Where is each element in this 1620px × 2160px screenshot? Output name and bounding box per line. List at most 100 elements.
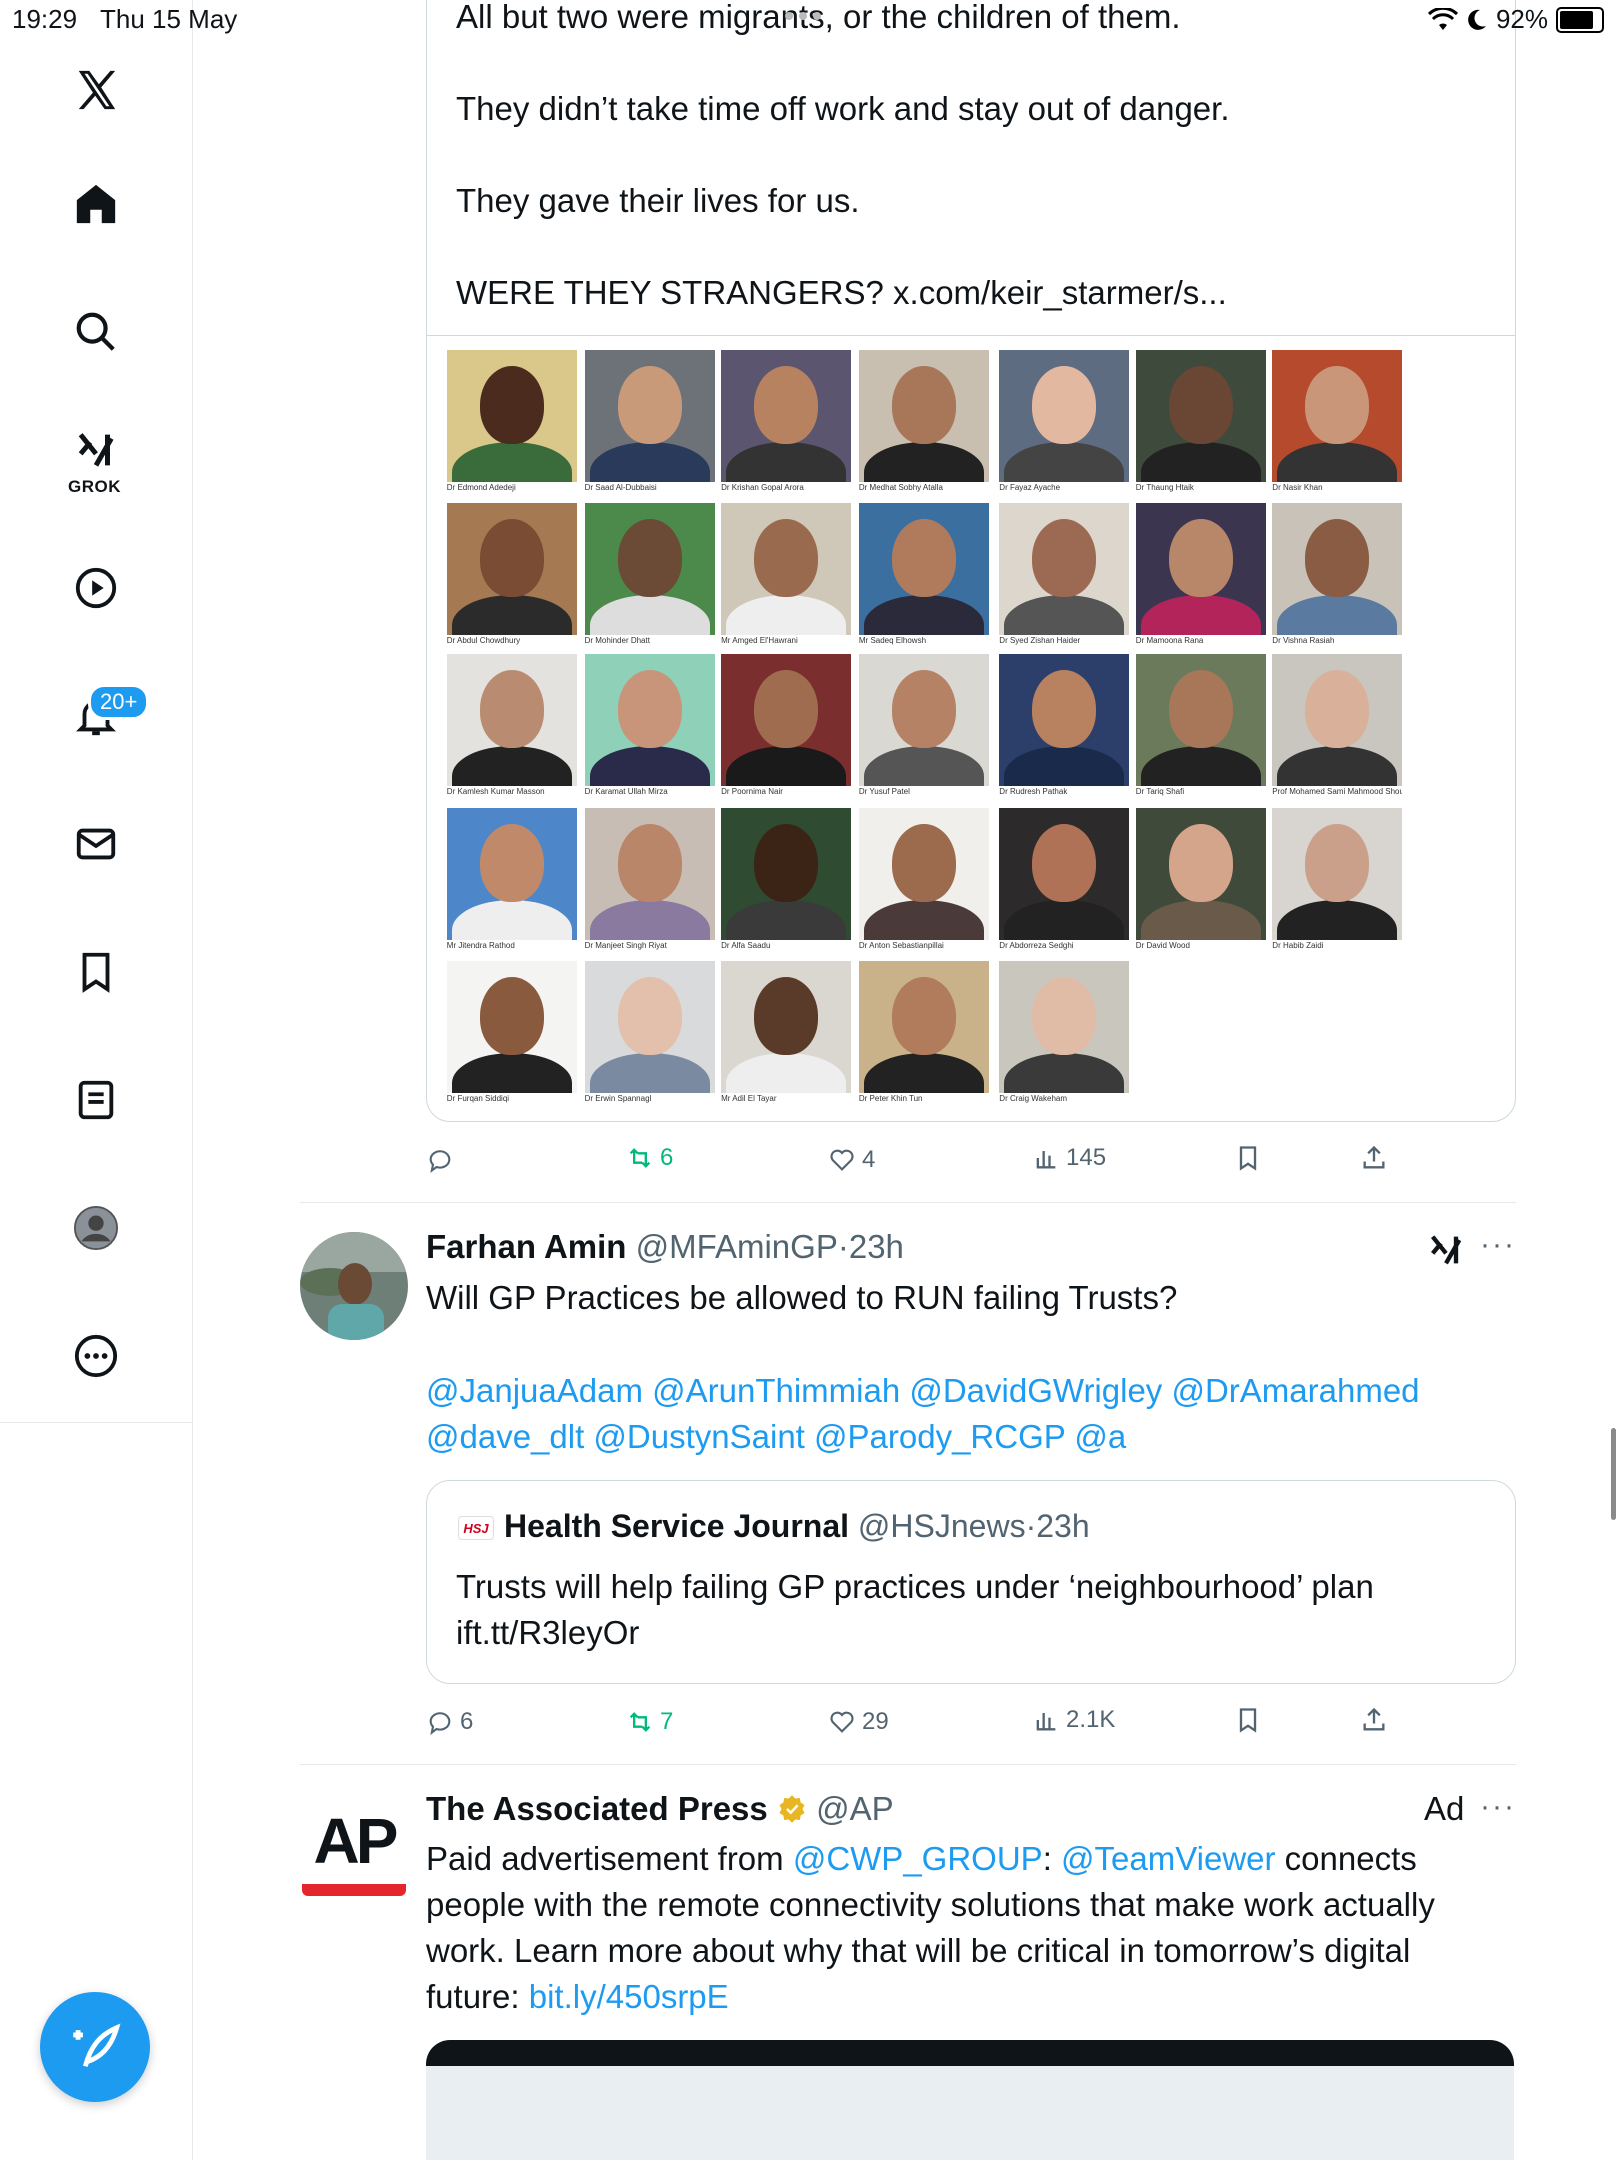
avatar-ap[interactable]: AP (300, 1806, 408, 1902)
mention-teamviewer[interactable]: @TeamViewer (1061, 1840, 1275, 1877)
notifications-badge: 20+ (88, 684, 150, 720)
grok-icon[interactable] (66, 420, 126, 480)
portrait-shoulders (726, 746, 847, 787)
search-icon[interactable] (66, 302, 126, 362)
ad-text-separator: : (1042, 1840, 1062, 1877)
compose-button[interactable] (40, 1992, 150, 2102)
retweet-count: 6 (660, 1144, 674, 1171)
more-options-icon[interactable]: ··· (1480, 1228, 1516, 1262)
multitasking-dots-icon[interactable] (785, 12, 821, 20)
doctor-photo: Prof Mohamed Sami Mahmood Shousha (1272, 654, 1403, 796)
author-handle[interactable]: @MFAminGP (636, 1228, 838, 1265)
doctor-portrait (446, 350, 577, 482)
lists-icon[interactable] (66, 1070, 126, 1130)
portrait-head (1305, 823, 1370, 902)
doctor-photo: Dr Vishna Rasiah (1272, 503, 1403, 645)
messages-icon[interactable] (66, 814, 126, 874)
ad-media-preview[interactable] (426, 2040, 1514, 2160)
home-icon[interactable] (66, 174, 126, 234)
reply-count: 6 (460, 1708, 474, 1735)
share-button[interactable] (1360, 1706, 1388, 1734)
bookmark-button[interactable] (1234, 1144, 1262, 1172)
more-icon[interactable] (66, 1326, 126, 1386)
portrait-shoulders (726, 442, 847, 482)
portrait-shoulders (451, 746, 572, 787)
author-handle[interactable]: @AP (816, 1790, 894, 1827)
scrollbar-thumb[interactable] (1611, 1428, 1616, 1520)
doctor-portrait (999, 807, 1130, 940)
grok-icon[interactable] (1426, 1230, 1466, 1275)
retweet-button[interactable]: 7 (626, 1708, 673, 1736)
like-button[interactable]: 29 (828, 1708, 889, 1736)
portrait-shoulders (1140, 595, 1261, 636)
portrait-shoulders (1277, 746, 1398, 787)
retweet-button[interactable]: 6 (626, 1144, 673, 1172)
tweet-mentions-line-1[interactable]: @JanjuaAdam @ArunThimmiah @DavidGWrigley… (426, 1368, 1420, 1414)
more-options-icon[interactable]: ··· (1480, 1790, 1516, 1824)
doctor-photo: Dr Peter Khin Tun (858, 961, 989, 1103)
portrait-shoulders (589, 899, 710, 940)
doctor-photo: Mr Amged El'Hawrani (721, 503, 852, 645)
doctor-photo: Mr Jitendra Rathod (446, 807, 577, 950)
portrait-head (891, 366, 956, 444)
profile-icon[interactable] (66, 1198, 126, 1258)
portrait-shoulders (863, 1053, 984, 1094)
author-name[interactable]: The Associated Press (426, 1790, 768, 1827)
author-name[interactable]: Farhan Amin (426, 1228, 626, 1265)
status-date: Thu 15 May (100, 4, 238, 34)
portrait-head (754, 670, 819, 749)
tweet-mentions-line-2[interactable]: @dave_dlt @DustynSaint @Parody_RCGP @a (426, 1414, 1126, 1460)
doctor-name-caption: Dr Syed Zishan Haider (999, 636, 1081, 646)
bookmarks-icon[interactable] (66, 942, 126, 1002)
views-button[interactable]: 2.1K (1032, 1706, 1115, 1734)
doctor-name-caption: Dr Rudresh Pathak (999, 787, 1068, 797)
portrait-head (1032, 366, 1097, 444)
doctor-portrait (858, 807, 989, 940)
portrait-shoulders (863, 442, 984, 482)
doctor-photo: Dr David Wood (1135, 807, 1266, 950)
video-icon[interactable] (66, 558, 126, 618)
portrait-head (891, 670, 956, 749)
share-button[interactable] (1360, 1144, 1388, 1172)
bookmark-button[interactable] (1234, 1706, 1262, 1734)
portrait-shoulders (863, 746, 984, 787)
share-icon (1363, 1145, 1385, 1169)
portrait-shoulders (1004, 746, 1125, 787)
doctor-portrait (1272, 503, 1403, 636)
portrait-head (891, 977, 956, 1056)
quote-author-handle: @HSJnews (857, 1508, 1026, 1544)
ad-text-suffix: connects (1275, 1840, 1417, 1877)
like-button[interactable]: 4 (828, 1146, 875, 1174)
ad-text-prefix: future: (426, 1978, 529, 2015)
portrait-head (479, 670, 544, 749)
doctor-name-caption: Dr David Wood (1135, 940, 1190, 950)
doctor-name-caption: Mr Sadeq Elhowsh (858, 636, 927, 646)
separator-dot: · (1025, 1508, 1037, 1544)
portrait-head (617, 670, 682, 749)
tweet-author[interactable]: The Associated Press @AP (426, 1790, 894, 1828)
doctor-photo: Mr Sadeq Elhowsh (858, 503, 989, 645)
verified-gold-icon (779, 1795, 805, 1823)
doctor-portrait (584, 654, 715, 787)
avatar-farhan-amin[interactable] (300, 1232, 408, 1340)
quote-author[interactable]: Health Service Journal @HSJnews·23h (504, 1508, 1090, 1545)
portrait-head (891, 823, 956, 902)
tweet-divider (300, 1202, 1516, 1203)
doctors-photo-grid[interactable]: Dr Edmond Adedeji Dr Saad Al-Dubbaisi Dr K… (426, 334, 1514, 1122)
tweet-author[interactable]: Farhan Amin @MFAminGP·23h (426, 1228, 904, 1266)
x-logo-icon[interactable] (66, 60, 126, 120)
mention-cwp-group[interactable]: @CWP_GROUP (793, 1840, 1043, 1877)
tweet-time[interactable]: 23h (849, 1228, 904, 1265)
views-button[interactable]: 145 (1032, 1144, 1106, 1172)
portrait-shoulders (726, 595, 847, 636)
separator-dot: · (837, 1228, 849, 1265)
doctor-name-caption: Mr Jitendra Rathod (446, 940, 515, 950)
portrait-head (1305, 366, 1370, 444)
portrait-head (754, 366, 819, 444)
quote-line-3: They gave their lives for us. (456, 182, 860, 219)
reply-button[interactable] (426, 1146, 460, 1174)
doctor-portrait (1272, 654, 1403, 787)
doctor-portrait (446, 961, 577, 1094)
reply-button[interactable]: 6 (426, 1708, 473, 1736)
ad-link[interactable]: bit.ly/450srpE (529, 1978, 729, 2015)
